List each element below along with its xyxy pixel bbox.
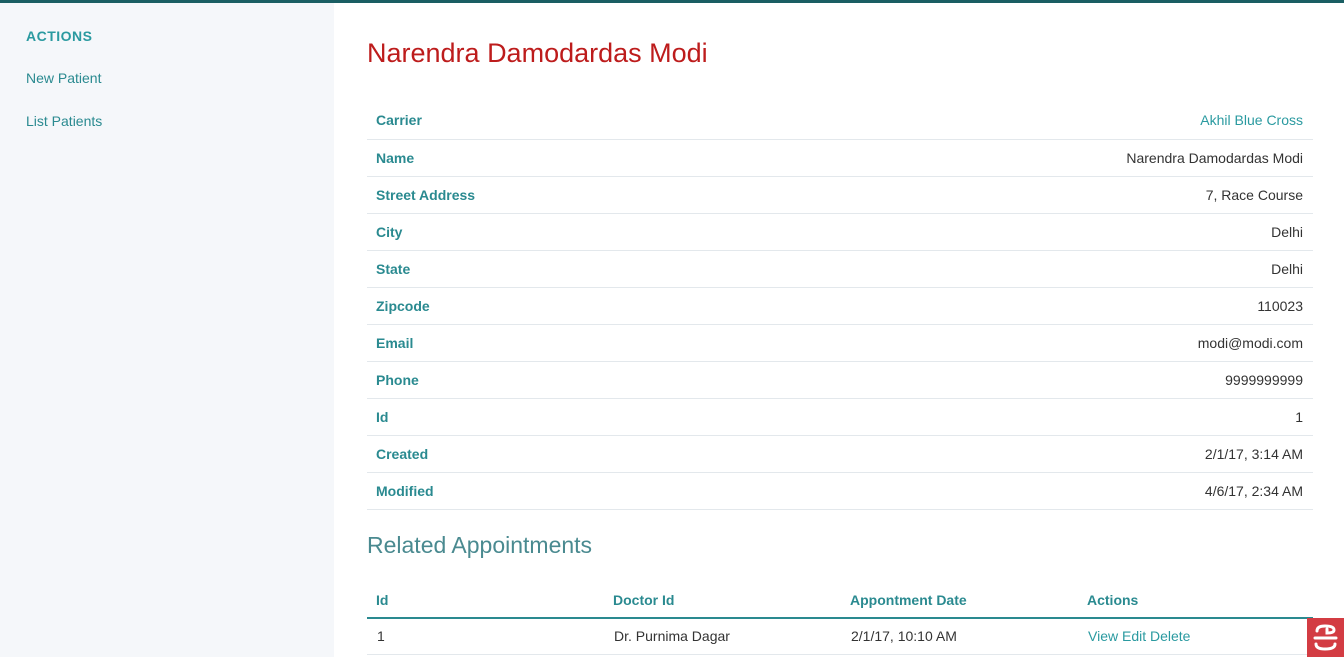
column-header-actions: Actions	[1087, 591, 1139, 608]
detail-row-street-address: Street Address 7, Race Course	[367, 176, 1313, 213]
edit-link[interactable]: Edit	[1122, 628, 1146, 644]
detail-label: Zipcode	[376, 297, 430, 314]
patient-details-table: Carrier Akhil Blue Cross Name Narendra D…	[367, 102, 1313, 510]
carrier-link[interactable]: Akhil Blue Cross	[1200, 112, 1303, 128]
detail-label: Id	[376, 408, 389, 425]
detail-value: 9999999999	[1225, 371, 1303, 388]
cakephp-logo-graphic	[1313, 624, 1338, 651]
detail-label: City	[376, 223, 403, 240]
page-title: Narendra Damodardas Modi	[367, 38, 708, 68]
table-row: 1 Dr. Purnima Dagar 2/1/17, 10:10 AM Vie…	[367, 618, 1313, 654]
delete-link[interactable]: Delete	[1150, 628, 1190, 644]
sidebar-heading: ACTIONS	[26, 28, 93, 44]
detail-row-email: Email modi@modi.com	[367, 324, 1313, 361]
detail-row-id: Id 1	[367, 398, 1313, 435]
detail-value: Delhi	[1271, 260, 1303, 277]
cell-doctor: Dr. Purnima Dagar	[614, 628, 730, 645]
cell-id: 1	[377, 628, 385, 645]
detail-value: Delhi	[1271, 223, 1303, 240]
detail-row-zipcode: Zipcode 110023	[367, 287, 1313, 324]
detail-label: Email	[376, 334, 414, 351]
detail-value: Akhil Blue Cross	[720, 102, 1313, 139]
detail-row-carrier: Carrier Akhil Blue Cross	[367, 102, 1313, 139]
sidebar-item-list-patients[interactable]: List Patients	[26, 113, 102, 129]
detail-row-phone: Phone 9999999999	[367, 361, 1313, 398]
detail-row-modified: Modified 4/6/17, 2:34 AM	[367, 472, 1313, 509]
detail-label: Name	[376, 149, 415, 166]
sidebar: ACTIONS New Patient List Patients	[0, 3, 334, 657]
detail-value: 7, Race Course	[1205, 186, 1303, 203]
detail-row-name: Name Narendra Damodardas Modi	[367, 139, 1313, 176]
column-header-id: Id	[376, 591, 389, 608]
detail-label: Created	[376, 445, 429, 462]
view-link[interactable]: View	[1088, 628, 1118, 644]
cakephp-logo-icon[interactable]	[1307, 618, 1344, 657]
detail-row-state: State Delhi	[367, 250, 1313, 287]
column-header-appointment-date: Appontment Date	[850, 591, 967, 608]
detail-label: Phone	[376, 371, 419, 388]
related-appointments-heading: Related Appointments	[367, 532, 593, 558]
detail-label: Street Address	[376, 186, 476, 203]
detail-label: State	[376, 260, 411, 277]
sidebar-item-new-patient[interactable]: New Patient	[26, 70, 101, 86]
column-header-doctor-id: Doctor Id	[613, 591, 675, 608]
table-header-row: Id Doctor Id Appontment Date Actions	[367, 582, 1313, 618]
detail-value: 110023	[1257, 297, 1303, 314]
detail-value: Narendra Damodardas Modi	[1126, 149, 1303, 166]
detail-label: Carrier	[376, 112, 422, 129]
detail-value: 1	[1295, 408, 1303, 425]
cell-actions: View Edit Delete	[1078, 618, 1313, 654]
detail-value: 2/1/17, 3:14 AM	[1204, 445, 1303, 462]
detail-value: 4/6/17, 2:34 AM	[1204, 482, 1303, 499]
cell-date: 2/1/17, 10:10 AM	[851, 628, 957, 645]
detail-label: Modified	[376, 482, 434, 499]
related-appointments-table: Id Doctor Id Appontment Date Actions 1 D…	[367, 582, 1313, 655]
detail-value: modi@modi.com	[1197, 334, 1303, 351]
detail-row-created: Created 2/1/17, 3:14 AM	[367, 435, 1313, 472]
detail-row-city: City Delhi	[367, 213, 1313, 250]
